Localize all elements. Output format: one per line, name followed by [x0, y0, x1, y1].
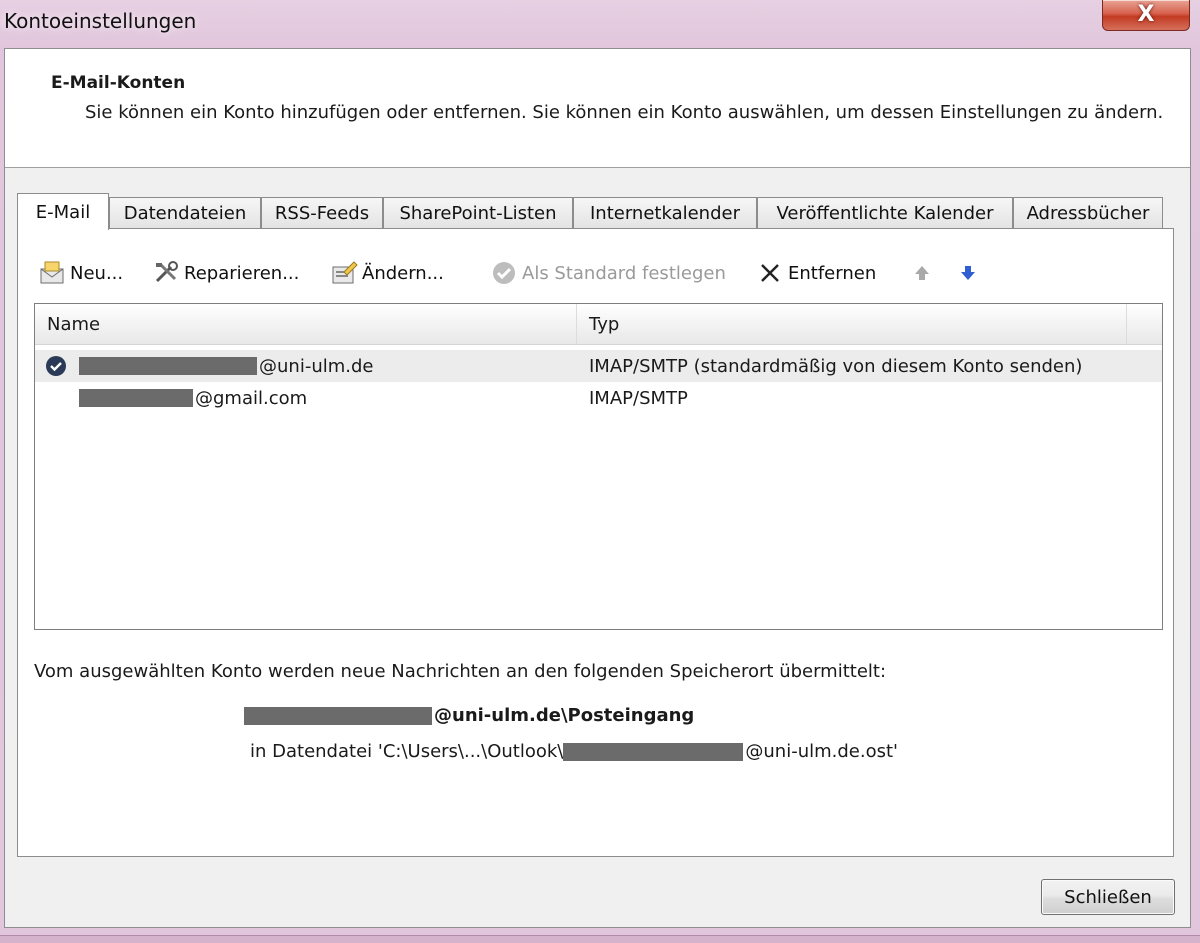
tab-address-books[interactable]: Adressbücher — [1013, 197, 1163, 229]
list-header: Name Typ — [35, 304, 1162, 345]
redacted-block — [79, 357, 257, 375]
repair-label: Reparieren... — [184, 262, 300, 284]
move-up-button[interactable] — [908, 257, 940, 289]
accounts-list[interactable]: Name Typ @uni-ulm.de IMAP/SMTP (standard… — [34, 303, 1163, 630]
delivery-file-prefix: in Datendatei 'C:\Users\...\Outlook\ — [250, 741, 564, 762]
move-down-button[interactable] — [954, 257, 986, 289]
remove-x-icon — [756, 260, 784, 286]
tab-sharepoint-lists[interactable]: SharePoint-Listen — [383, 197, 573, 229]
section-title: E-Mail-Konten — [51, 73, 186, 93]
set-default-button[interactable]: Als Standard festlegen — [490, 257, 726, 289]
column-header-name[interactable]: Name — [35, 304, 577, 344]
account-name: @uni-ulm.de — [79, 350, 373, 382]
tab-rss-feeds[interactable]: RSS-Feeds — [261, 197, 383, 229]
delivery-data-file: in Datendatei 'C:\Users\...\Outlook\ @un… — [250, 741, 898, 762]
delivery-location-label: Vom ausgewählten Konto werden neue Nachr… — [34, 661, 887, 682]
delivery-folder: @uni-ulm.de\Posteingang — [244, 705, 694, 726]
remove-account-button[interactable]: Entfernen — [756, 257, 876, 289]
new-account-label: Neu... — [70, 262, 124, 284]
redacted-block — [79, 389, 193, 407]
account-settings-window: Kontoeinstellungen X E-Mail-Konten Sie k… — [0, 0, 1200, 936]
table-row[interactable]: @gmail.com IMAP/SMTP — [35, 382, 1162, 414]
change-account-icon — [330, 260, 358, 286]
title-bar[interactable]: Kontoeinstellungen X — [0, 0, 1200, 48]
header-panel: E-Mail-Konten Sie können ein Konto hinzu… — [5, 49, 1190, 168]
new-account-icon — [38, 260, 66, 286]
move-up-arrow-icon — [908, 260, 936, 286]
redacted-block — [563, 742, 744, 761]
redacted-block — [244, 706, 432, 725]
set-default-label: Als Standard festlegen — [522, 262, 726, 284]
delivery-folder-suffix: @uni-ulm.de\Posteingang — [434, 705, 695, 726]
table-row[interactable]: @uni-ulm.de IMAP/SMTP (standardmäßig von… — [35, 350, 1162, 382]
tab-data-files[interactable]: Datendateien — [109, 197, 261, 229]
change-account-button[interactable]: Ändern... — [330, 257, 444, 289]
default-check-icon — [490, 260, 518, 286]
repair-button[interactable]: Reparieren... — [152, 257, 299, 289]
close-dialog-button[interactable]: Schließen — [1041, 879, 1175, 915]
account-name-suffix: @uni-ulm.de — [259, 355, 374, 377]
section-description: Sie können ein Konto hinzufügen oder ent… — [85, 102, 1164, 123]
account-type: IMAP/SMTP (standardmäßig von diesem Kont… — [589, 355, 1083, 377]
move-down-arrow-icon — [954, 260, 982, 286]
window-close-button[interactable]: X — [1102, 0, 1190, 31]
repair-tools-icon — [152, 260, 180, 286]
remove-account-label: Entfernen — [788, 262, 877, 284]
delivery-file-suffix: @uni-ulm.de.ost' — [745, 741, 898, 762]
window-title: Kontoeinstellungen — [4, 9, 197, 33]
new-account-button[interactable]: Neu... — [38, 257, 123, 289]
tab-email[interactable]: E-Mail — [17, 193, 109, 230]
tab-internet-calendars[interactable]: Internetkalender — [573, 197, 757, 229]
email-tab-panel: Neu... Reparieren... Ändern... Als Stand… — [17, 228, 1174, 857]
account-name-suffix: @gmail.com — [195, 387, 308, 409]
tab-published-calendars[interactable]: Veröffentlichte Kalender — [757, 197, 1013, 229]
close-icon: X — [1137, 2, 1155, 27]
change-account-label: Ändern... — [362, 262, 444, 284]
default-account-check-icon — [45, 355, 67, 377]
dialog-client-area: E-Mail-Konten Sie können ein Konto hinzu… — [4, 48, 1191, 928]
account-name: @gmail.com — [79, 382, 307, 414]
column-header-type[interactable]: Typ — [577, 304, 1127, 344]
account-type: IMAP/SMTP — [589, 387, 688, 409]
